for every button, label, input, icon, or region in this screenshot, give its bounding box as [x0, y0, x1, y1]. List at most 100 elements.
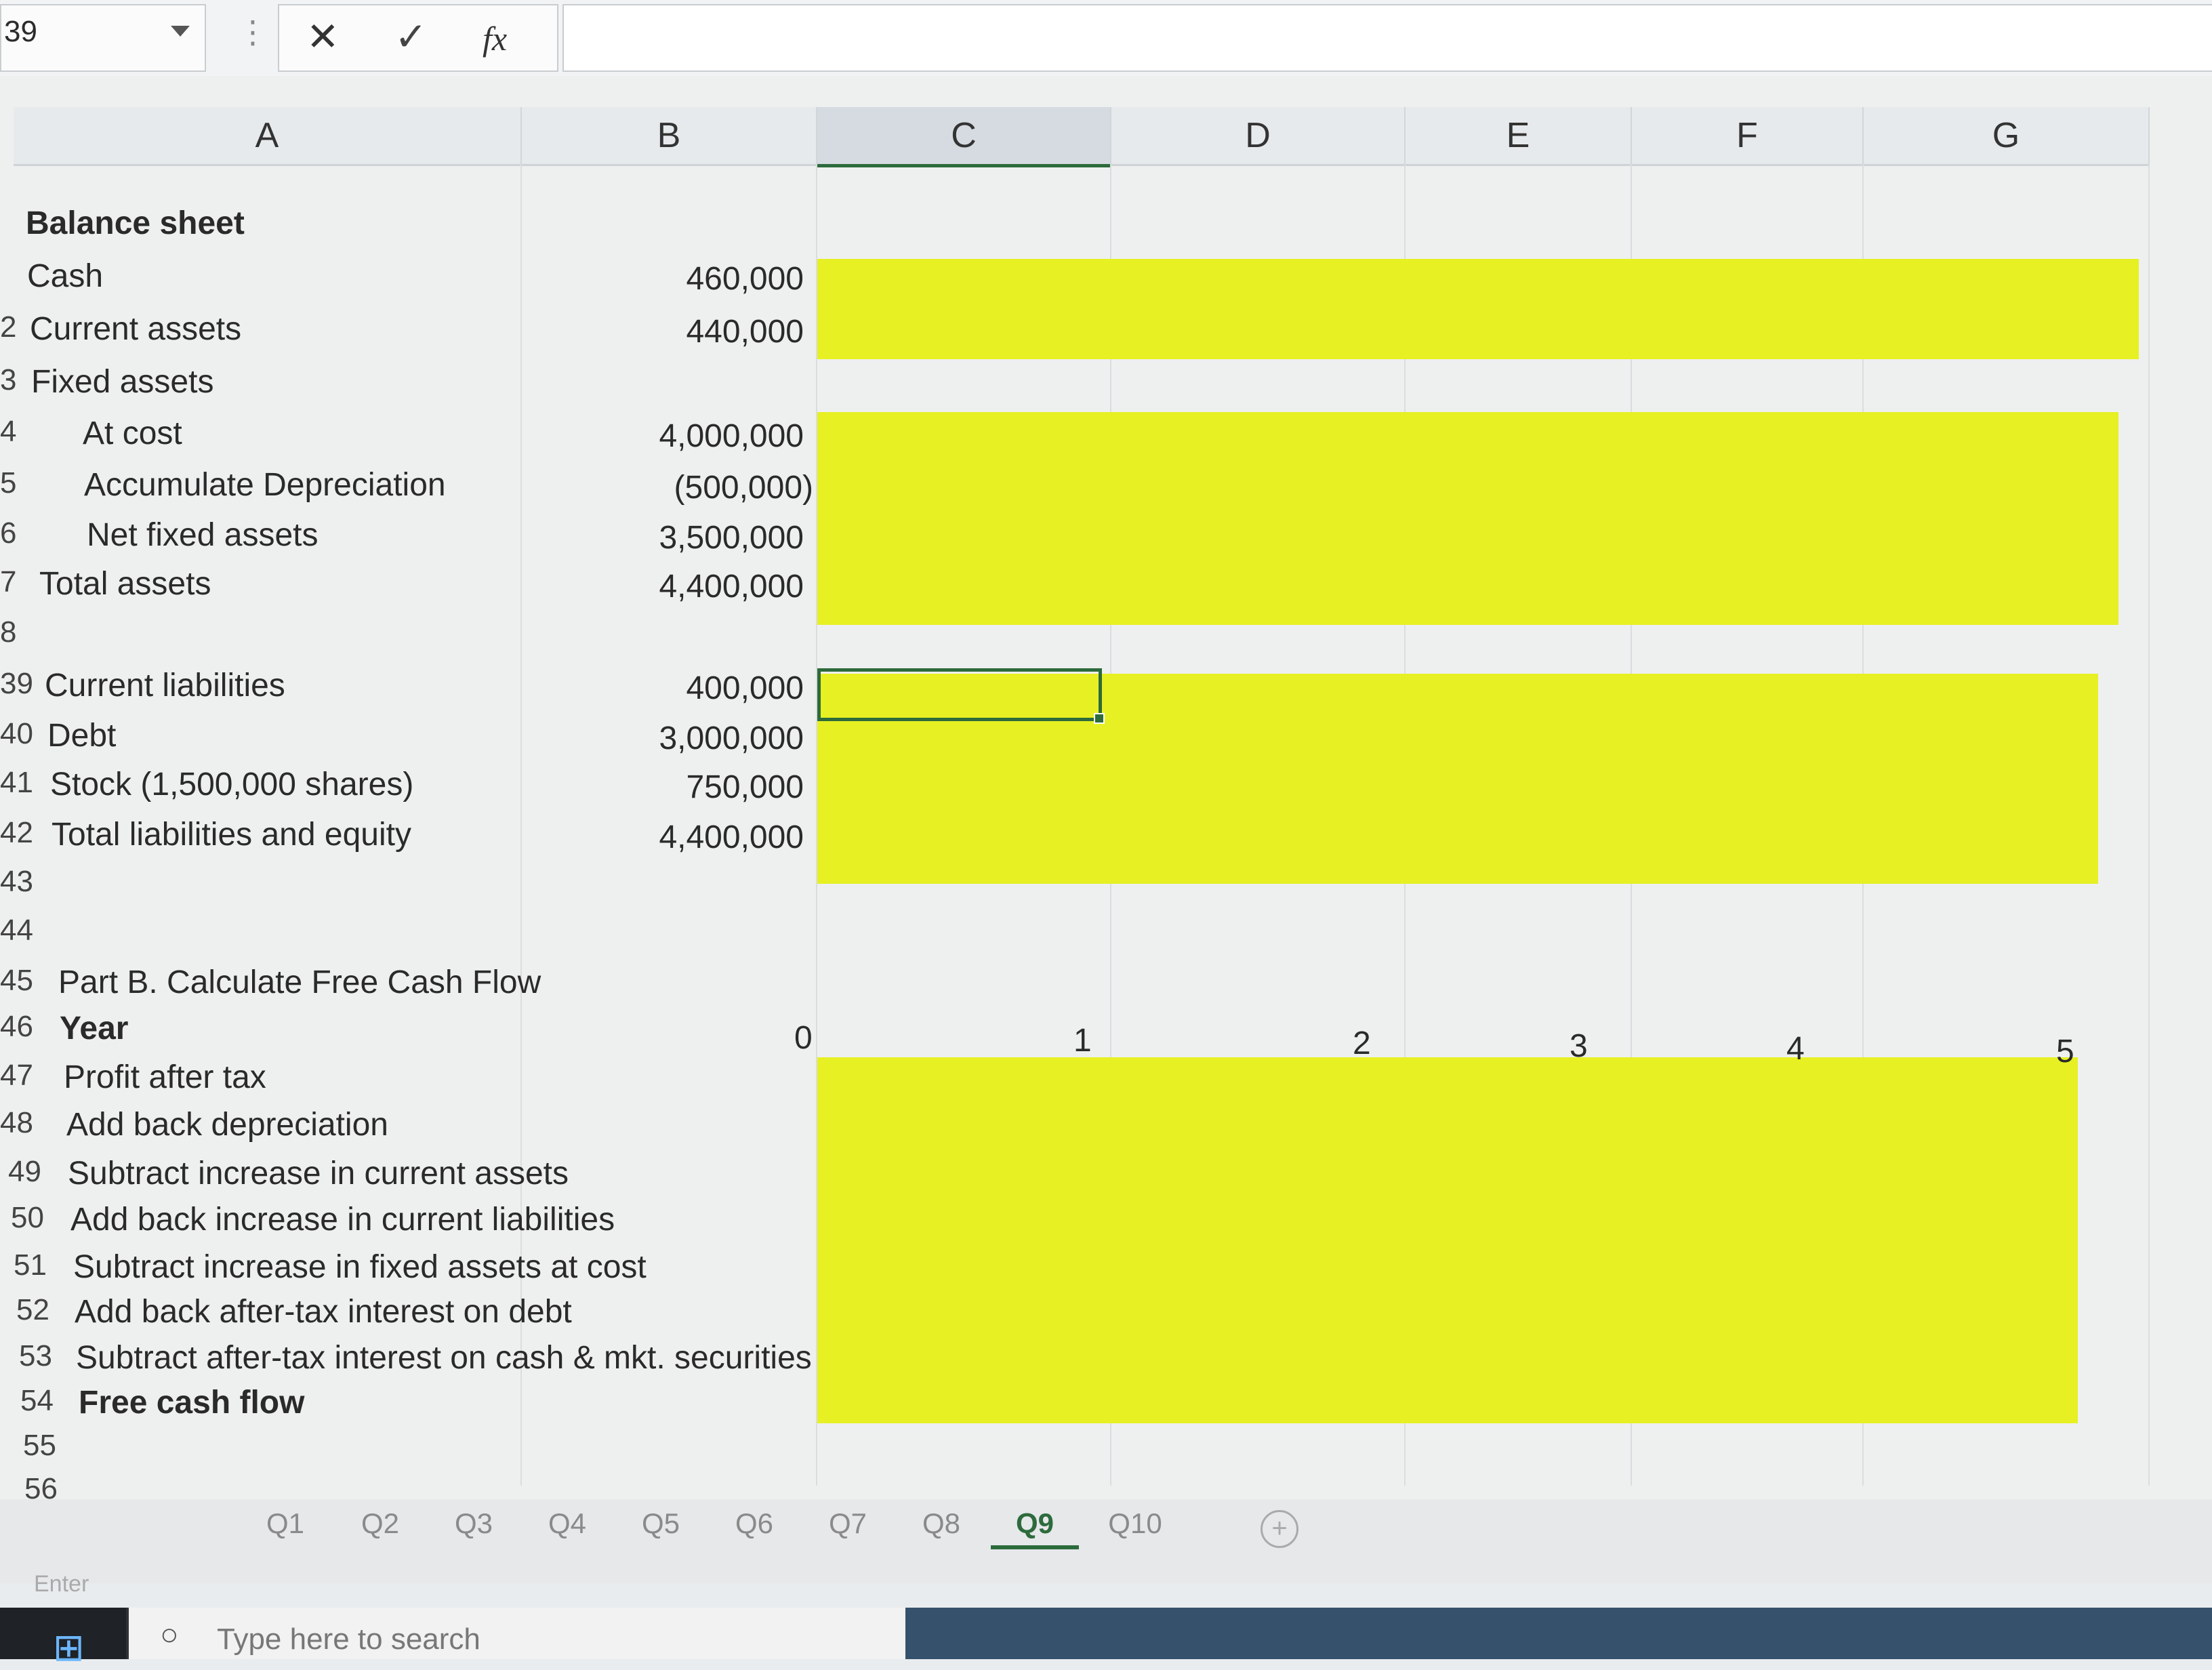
row-number[interactable]: 51 [14, 1248, 47, 1282]
spreadsheet-grid: A B C D E F G Balance sheet Cash 460,000… [0, 76, 2212, 1499]
formula-bar: 39 ⋮ ✕ ✓ fx [0, 0, 2212, 77]
input-region-free-cash-flow[interactable] [817, 1057, 2078, 1423]
cell-label[interactable]: Accumulate Depreciation [84, 466, 446, 504]
sheet-tab-q8[interactable]: Q8 [897, 1507, 985, 1545]
function-icon[interactable]: fx [483, 19, 507, 58]
cell-label[interactable]: Stock (1,500,000 shares) [50, 766, 413, 803]
more-options-icon[interactable]: ⋮ [237, 14, 268, 50]
cell-label[interactable]: Add back depreciation [66, 1106, 388, 1143]
column-header-d[interactable]: D [1111, 107, 1406, 166]
cell-value[interactable]: 750,000 [546, 769, 804, 806]
add-sheet-icon[interactable]: + [1261, 1510, 1298, 1548]
row-number[interactable]: 2 [0, 310, 16, 344]
chevron-down-icon[interactable] [171, 26, 190, 37]
row-number[interactable]: 54 [20, 1384, 54, 1418]
sheet-tab-q2[interactable]: Q2 [336, 1507, 424, 1545]
row-number[interactable]: 53 [19, 1339, 52, 1373]
column-header-g[interactable]: G [1864, 107, 2150, 166]
sheet-tab-q9[interactable]: Q9 [991, 1507, 1079, 1549]
row-number[interactable]: 44 [0, 914, 33, 948]
input-region-assets[interactable] [817, 259, 2139, 359]
fill-handle[interactable] [1094, 713, 1105, 724]
year-header[interactable]: 0 [794, 1019, 813, 1057]
cell-value[interactable]: 4,000,000 [546, 418, 804, 455]
sheet-tab-q5[interactable]: Q5 [617, 1507, 705, 1545]
row-number[interactable]: 6 [0, 516, 16, 550]
row-number[interactable]: 52 [16, 1293, 49, 1327]
year-header[interactable]: 5 [2056, 1033, 2074, 1070]
start-button[interactable]: ⊞ [0, 1608, 126, 1669]
search-icon: ○ [160, 1616, 179, 1652]
taskbar-search[interactable]: ○ Type here to search [129, 1608, 905, 1659]
cell-label[interactable]: Year [60, 1010, 128, 1047]
sheet-tab-q6[interactable]: Q6 [710, 1507, 798, 1545]
column-header-c[interactable]: C [817, 107, 1111, 167]
year-header[interactable]: 1 [1073, 1022, 1092, 1059]
row-number[interactable]: 56 [24, 1472, 58, 1499]
cell-label[interactable]: At cost [83, 415, 182, 452]
row-number[interactable]: 50 [11, 1201, 44, 1235]
cell-label[interactable]: Total liabilities and equity [52, 816, 411, 853]
cell-label[interactable]: Profit after tax [64, 1059, 266, 1096]
column-header-a[interactable]: A [14, 107, 522, 166]
row-number[interactable]: 5 [0, 466, 16, 500]
cell-label[interactable]: Free cash flow [79, 1384, 304, 1421]
row-number[interactable]: 46 [0, 1010, 33, 1044]
cell-value[interactable]: 460,000 [546, 260, 804, 298]
gridline [2148, 164, 2150, 1486]
row-number[interactable]: 40 [0, 717, 33, 751]
active-cell[interactable] [817, 668, 1105, 724]
cell-label[interactable]: Total assets [39, 565, 211, 603]
row-number[interactable]: 3 [0, 363, 16, 397]
row-number[interactable]: 55 [23, 1429, 56, 1463]
column-header-b[interactable]: B [522, 107, 817, 166]
row-number[interactable]: 47 [0, 1059, 33, 1093]
row-number[interactable]: 48 [0, 1106, 33, 1140]
row-number[interactable]: 49 [8, 1155, 41, 1189]
cell-label[interactable]: Current liabilities [45, 667, 285, 704]
cell-label[interactable]: Add back after-tax interest on debt [75, 1293, 572, 1330]
sheet-tab-q10[interactable]: Q10 [1091, 1507, 1179, 1545]
row-number[interactable]: 42 [0, 816, 33, 850]
row-number[interactable]: 4 [0, 415, 16, 449]
column-header-e[interactable]: E [1406, 107, 1632, 166]
row-number[interactable]: 7 [0, 565, 16, 599]
cell-label[interactable]: Add back increase in current liabilities [70, 1201, 615, 1238]
column-header-f[interactable]: F [1632, 107, 1864, 166]
cell-label[interactable]: Part B. Calculate Free Cash Flow [58, 964, 541, 1001]
sheet-tab-q7[interactable]: Q7 [804, 1507, 892, 1545]
row-number[interactable]: 41 [0, 766, 33, 800]
year-header[interactable]: 3 [1570, 1027, 1588, 1065]
cell-label[interactable]: Debt [47, 717, 116, 754]
cell-value[interactable]: (500,000) [556, 469, 813, 506]
cell-label[interactable]: Net fixed assets [87, 516, 318, 554]
cell-label[interactable]: Balance sheet [26, 205, 245, 242]
check-icon[interactable]: ✓ [394, 14, 428, 60]
cell-label[interactable]: Current assets [30, 310, 241, 348]
sheet-tab-q4[interactable]: Q4 [523, 1507, 611, 1545]
cell-value[interactable]: 4,400,000 [546, 819, 804, 856]
cell-value[interactable]: 3,500,000 [546, 519, 804, 556]
row-number[interactable]: 39 [0, 667, 33, 701]
year-header[interactable]: 2 [1353, 1025, 1371, 1062]
cell-value[interactable]: 440,000 [546, 313, 804, 350]
cell-value[interactable]: 3,000,000 [546, 720, 804, 757]
name-box[interactable]: 39 [0, 4, 206, 72]
row-number[interactable]: 45 [0, 964, 33, 998]
cancel-icon[interactable]: ✕ [306, 14, 340, 60]
cell-value[interactable]: 4,400,000 [546, 568, 804, 605]
formula-input[interactable] [562, 4, 2212, 72]
cell-label[interactable]: Subtract after-tax interest on cash & mk… [76, 1339, 812, 1377]
cell-label[interactable]: Subtract increase in fixed assets at cos… [73, 1248, 647, 1286]
sheet-tab-q3[interactable]: Q3 [430, 1507, 518, 1545]
input-region-fixed-assets[interactable] [817, 412, 2118, 625]
taskbar-apps[interactable] [905, 1608, 2212, 1659]
cell-value[interactable]: 400,000 [546, 670, 804, 707]
cell-label[interactable]: Fixed assets [31, 363, 213, 401]
row-number[interactable]: 43 [0, 865, 33, 899]
year-header[interactable]: 4 [1786, 1030, 1805, 1067]
cell-label[interactable]: Subtract increase in current assets [68, 1155, 569, 1192]
cell-label[interactable]: Cash [27, 258, 103, 295]
sheet-tab-q1[interactable]: Q1 [241, 1507, 329, 1545]
row-number[interactable]: 8 [0, 615, 16, 649]
